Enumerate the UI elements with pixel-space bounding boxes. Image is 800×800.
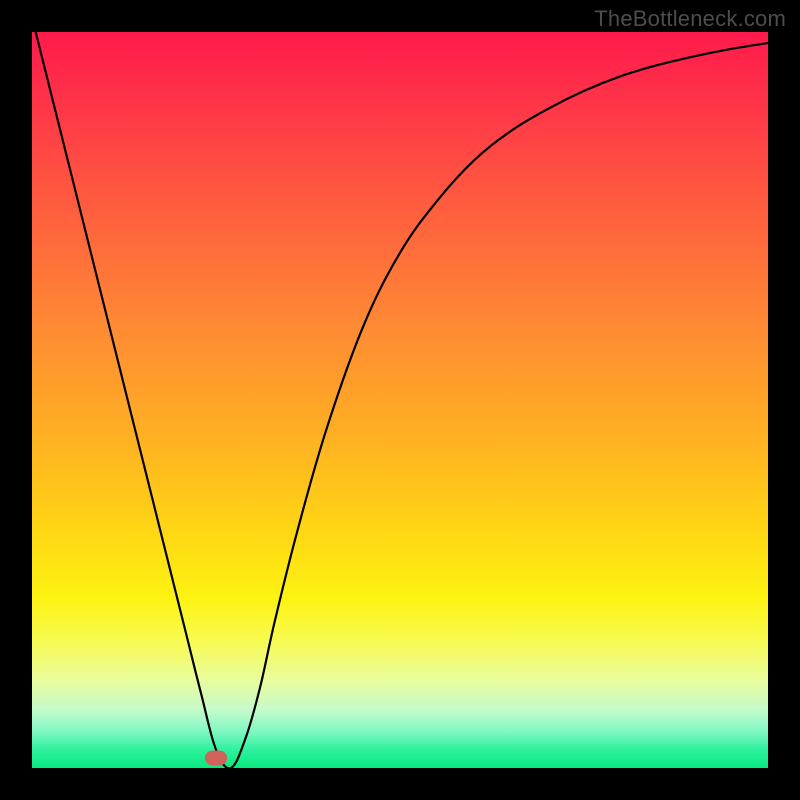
bottleneck-curve (32, 32, 768, 768)
chart-frame: TheBottleneck.com (0, 0, 800, 800)
plot-area (32, 32, 768, 768)
optimum-marker (205, 751, 227, 766)
watermark-text: TheBottleneck.com (594, 6, 786, 32)
